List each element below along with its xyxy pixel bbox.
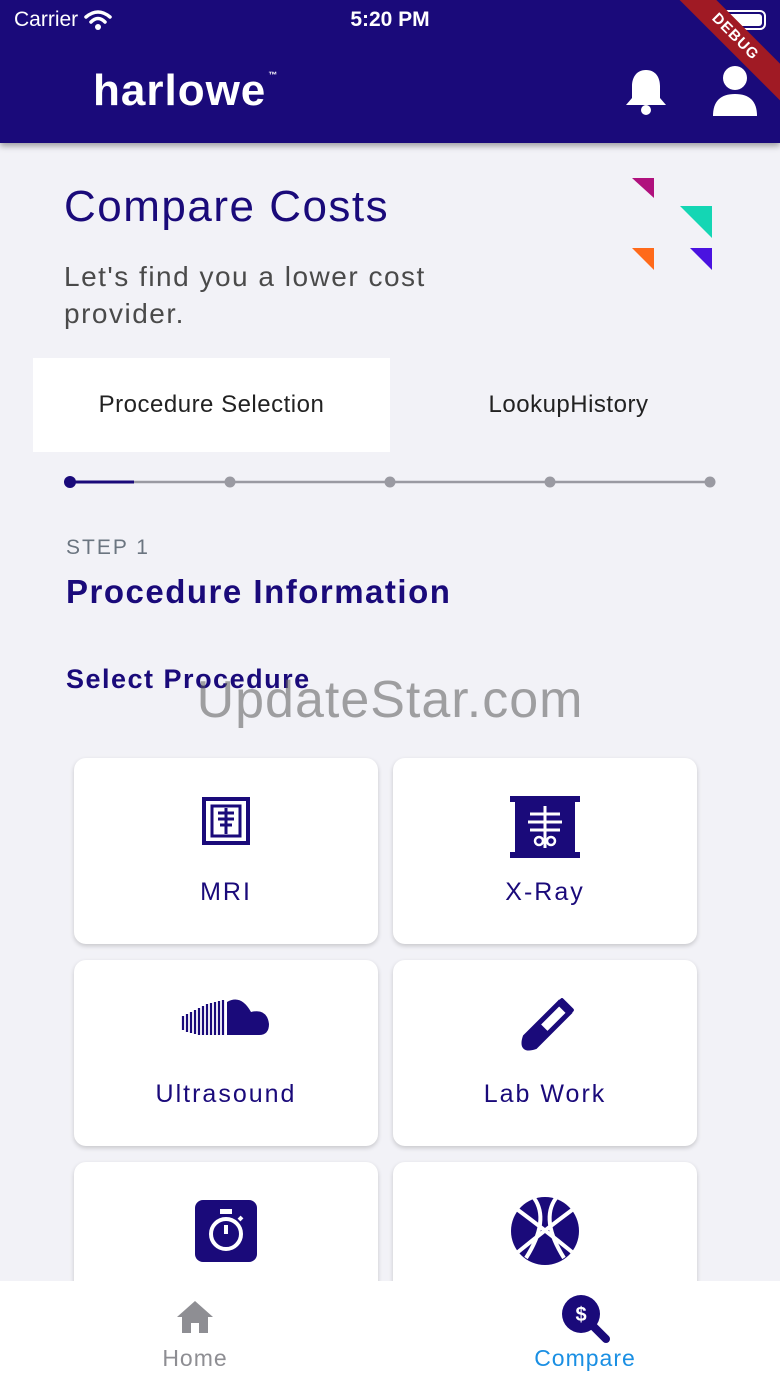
step-dot-2 — [224, 476, 236, 488]
stopwatch-icon — [195, 1200, 257, 1262]
app-header: Carrier 5:20 PM harlowe ™ DEBUG — [0, 0, 780, 143]
page-subtitle: Let's find you a lower cost provider. — [64, 261, 426, 329]
step-dot-5 — [704, 476, 716, 488]
procedure-card-lab-work[interactable]: Lab Work — [393, 960, 697, 1146]
mri-icon — [202, 797, 250, 845]
bottom-nav: Home $ Compare — [0, 1281, 780, 1387]
ultrasound-icon — [181, 999, 269, 1035]
dollar-search-icon: $ — [562, 1295, 610, 1343]
basketball-icon — [511, 1196, 579, 1265]
procedure-label: Lab Work — [483, 1080, 607, 1108]
nav-compare[interactable]: $ Compare — [390, 1281, 780, 1387]
decorative-triangles — [632, 178, 712, 270]
watermark: UpdateStar.com — [196, 671, 584, 729]
harlowe-logo: harlowe ™ — [93, 66, 278, 116]
procedure-label: X-Ray — [505, 878, 585, 906]
tab-lookup-history[interactable]: LookupHistory — [390, 358, 747, 452]
procedure-card-ultrasound[interactable]: Ultrasound — [74, 960, 378, 1146]
procedure-card-xray[interactable]: X-Ray — [393, 758, 697, 944]
procedure-card-mri[interactable]: MRI — [74, 758, 378, 944]
test-tube-icon — [521, 998, 574, 1051]
logo-trademark: ™ — [268, 70, 279, 80]
tab-procedure-selection[interactable]: Procedure Selection — [33, 358, 390, 452]
step-dot-3 — [384, 476, 396, 488]
step-dot-4 — [544, 476, 556, 488]
procedure-grid: MRI X-Ray Ultrasound Lab Work — [0, 750, 780, 1281]
procedure-card-6[interactable] — [393, 1162, 697, 1281]
nav-home[interactable]: Home — [0, 1281, 390, 1387]
status-time: 5:20 PM — [350, 8, 430, 31]
step-dot-1 — [64, 476, 76, 488]
xray-icon — [510, 796, 580, 858]
step-progress — [64, 476, 716, 488]
page-title: Compare Costs — [64, 182, 390, 231]
nav-compare-label: Compare — [534, 1345, 636, 1371]
procedure-label: Ultrasound — [155, 1080, 297, 1108]
procedure-card-5[interactable] — [74, 1162, 378, 1281]
home-icon — [177, 1301, 213, 1333]
nav-home-label: Home — [162, 1345, 228, 1371]
section-title: Procedure Information — [66, 573, 452, 610]
logo-text: harlowe — [93, 66, 267, 115]
tab-bar: Procedure Selection LookupHistory — [33, 358, 747, 452]
svg-text:$: $ — [575, 1304, 586, 1326]
procedure-label: MRI — [200, 878, 252, 906]
status-bar: Carrier 5:20 PM — [0, 0, 780, 40]
step-label: STEP 1 — [66, 536, 150, 559]
bell-icon[interactable] — [622, 66, 670, 116]
